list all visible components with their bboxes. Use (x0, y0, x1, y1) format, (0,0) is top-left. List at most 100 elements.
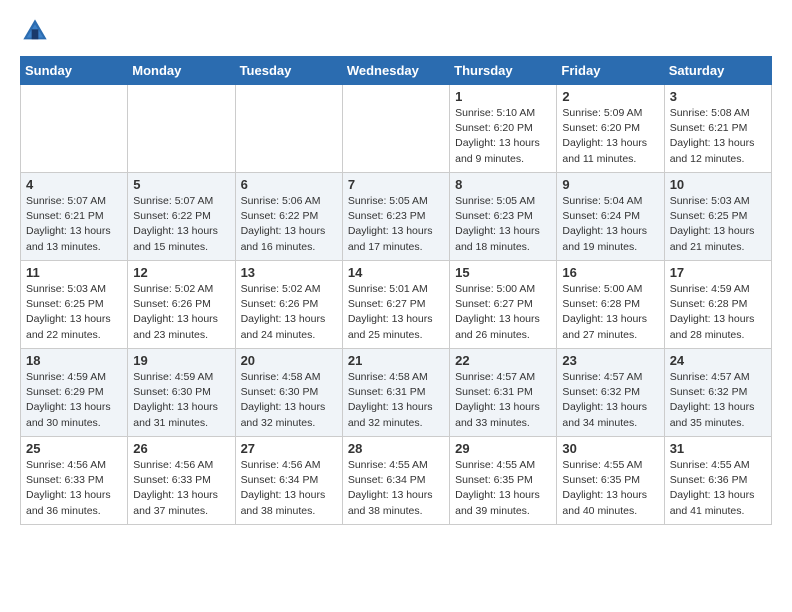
day-number: 6 (241, 177, 337, 192)
day-cell: 22 Sunrise: 4:57 AM Sunset: 6:31 PM Dayli… (450, 349, 557, 437)
day-cell: 14 Sunrise: 5:01 AM Sunset: 6:27 PM Dayli… (342, 261, 449, 349)
day-cell (21, 85, 128, 173)
week-row-1: 1 Sunrise: 5:10 AM Sunset: 6:20 PM Daylig… (21, 85, 772, 173)
col-header-sunday: Sunday (21, 57, 128, 85)
day-info: Sunrise: 5:00 AM Sunset: 6:27 PM Dayligh… (455, 282, 551, 343)
col-header-thursday: Thursday (450, 57, 557, 85)
day-number: 18 (26, 353, 122, 368)
day-cell: 3 Sunrise: 5:08 AM Sunset: 6:21 PM Daylig… (664, 85, 771, 173)
day-cell: 24 Sunrise: 4:57 AM Sunset: 6:32 PM Dayli… (664, 349, 771, 437)
day-info: Sunrise: 4:56 AM Sunset: 6:34 PM Dayligh… (241, 458, 337, 519)
day-info: Sunrise: 5:05 AM Sunset: 6:23 PM Dayligh… (348, 194, 444, 255)
day-info: Sunrise: 5:03 AM Sunset: 6:25 PM Dayligh… (670, 194, 766, 255)
col-header-friday: Friday (557, 57, 664, 85)
day-number: 7 (348, 177, 444, 192)
day-number: 9 (562, 177, 658, 192)
day-cell (342, 85, 449, 173)
logo (20, 16, 52, 46)
day-cell: 27 Sunrise: 4:56 AM Sunset: 6:34 PM Dayli… (235, 437, 342, 525)
day-cell: 23Sunrise: 4:57 AM Sunset: 6:32 PM Dayli… (557, 349, 664, 437)
week-row-4: 18 Sunrise: 4:59 AM Sunset: 6:29 PM Dayli… (21, 349, 772, 437)
day-cell: 15 Sunrise: 5:00 AM Sunset: 6:27 PM Dayli… (450, 261, 557, 349)
day-info: Sunrise: 4:58 AM Sunset: 6:30 PM Dayligh… (241, 370, 337, 431)
day-number: 5 (133, 177, 229, 192)
day-number: 10 (670, 177, 766, 192)
day-info: Sunrise: 4:55 AM Sunset: 6:36 PM Dayligh… (670, 458, 766, 519)
day-cell: 21Sunrise: 4:58 AM Sunset: 6:31 PM Dayli… (342, 349, 449, 437)
calendar-table: SundayMondayTuesdayWednesdayThursdayFrid… (20, 56, 772, 525)
day-info: Sunrise: 4:55 AM Sunset: 6:35 PM Dayligh… (455, 458, 551, 519)
day-number: 22 (455, 353, 551, 368)
logo-icon (20, 16, 50, 46)
day-number: 17 (670, 265, 766, 280)
day-info: Sunrise: 5:02 AM Sunset: 6:26 PM Dayligh… (133, 282, 229, 343)
day-cell: 2 Sunrise: 5:09 AM Sunset: 6:20 PM Daylig… (557, 85, 664, 173)
day-info: Sunrise: 5:01 AM Sunset: 6:27 PM Dayligh… (348, 282, 444, 343)
day-cell: 5 Sunrise: 5:07 AM Sunset: 6:22 PM Daylig… (128, 173, 235, 261)
day-info: Sunrise: 4:56 AM Sunset: 6:33 PM Dayligh… (133, 458, 229, 519)
day-number: 26 (133, 441, 229, 456)
day-cell: 17 Sunrise: 4:59 AM Sunset: 6:28 PM Dayli… (664, 261, 771, 349)
day-info: Sunrise: 5:10 AM Sunset: 6:20 PM Dayligh… (455, 106, 551, 167)
day-number: 14 (348, 265, 444, 280)
day-number: 13 (241, 265, 337, 280)
day-info: Sunrise: 5:00 AM Sunset: 6:28 PM Dayligh… (562, 282, 658, 343)
day-cell: 12 Sunrise: 5:02 AM Sunset: 6:26 PM Dayli… (128, 261, 235, 349)
day-info: Sunrise: 4:59 AM Sunset: 6:29 PM Dayligh… (26, 370, 122, 431)
day-cell (235, 85, 342, 173)
day-info: Sunrise: 5:02 AM Sunset: 6:26 PM Dayligh… (241, 282, 337, 343)
day-cell: 19Sunrise: 4:59 AM Sunset: 6:30 PM Dayli… (128, 349, 235, 437)
header-row: SundayMondayTuesdayWednesdayThursdayFrid… (21, 57, 772, 85)
day-number: 12 (133, 265, 229, 280)
day-info: Sunrise: 4:59 AM Sunset: 6:30 PM Dayligh… (133, 370, 229, 431)
week-row-2: 4 Sunrise: 5:07 AM Sunset: 6:21 PM Daylig… (21, 173, 772, 261)
day-number: 20 (241, 353, 337, 368)
header (20, 16, 772, 46)
day-number: 15 (455, 265, 551, 280)
day-cell: 9 Sunrise: 5:04 AM Sunset: 6:24 PM Daylig… (557, 173, 664, 261)
day-number: 29 (455, 441, 551, 456)
day-info: Sunrise: 5:04 AM Sunset: 6:24 PM Dayligh… (562, 194, 658, 255)
day-number: 27 (241, 441, 337, 456)
day-info: Sunrise: 4:55 AM Sunset: 6:35 PM Dayligh… (562, 458, 658, 519)
col-header-saturday: Saturday (664, 57, 771, 85)
week-row-3: 11 Sunrise: 5:03 AM Sunset: 6:25 PM Dayli… (21, 261, 772, 349)
day-info: Sunrise: 4:59 AM Sunset: 6:28 PM Dayligh… (670, 282, 766, 343)
day-number: 1 (455, 89, 551, 104)
day-info: Sunrise: 4:57 AM Sunset: 6:32 PM Dayligh… (670, 370, 766, 431)
day-number: 21 (348, 353, 444, 368)
day-number: 4 (26, 177, 122, 192)
day-info: Sunrise: 5:05 AM Sunset: 6:23 PM Dayligh… (455, 194, 551, 255)
day-number: 28 (348, 441, 444, 456)
day-info: Sunrise: 5:08 AM Sunset: 6:21 PM Dayligh… (670, 106, 766, 167)
day-cell: 26 Sunrise: 4:56 AM Sunset: 6:33 PM Dayli… (128, 437, 235, 525)
day-number: 24 (670, 353, 766, 368)
day-info: Sunrise: 4:57 AM Sunset: 6:31 PM Dayligh… (455, 370, 551, 431)
day-number: 11 (26, 265, 122, 280)
day-cell: 6Sunrise: 5:06 AM Sunset: 6:22 PM Daylig… (235, 173, 342, 261)
day-cell: 31Sunrise: 4:55 AM Sunset: 6:36 PM Dayli… (664, 437, 771, 525)
day-info: Sunrise: 5:09 AM Sunset: 6:20 PM Dayligh… (562, 106, 658, 167)
day-number: 25 (26, 441, 122, 456)
day-cell: 20 Sunrise: 4:58 AM Sunset: 6:30 PM Dayli… (235, 349, 342, 437)
day-cell: 28Sunrise: 4:55 AM Sunset: 6:34 PM Dayli… (342, 437, 449, 525)
day-info: Sunrise: 5:03 AM Sunset: 6:25 PM Dayligh… (26, 282, 122, 343)
day-cell (128, 85, 235, 173)
col-header-tuesday: Tuesday (235, 57, 342, 85)
day-cell: 4 Sunrise: 5:07 AM Sunset: 6:21 PM Daylig… (21, 173, 128, 261)
day-number: 16 (562, 265, 658, 280)
day-number: 30 (562, 441, 658, 456)
day-number: 8 (455, 177, 551, 192)
day-number: 23 (562, 353, 658, 368)
day-cell: 13 Sunrise: 5:02 AM Sunset: 6:26 PM Dayli… (235, 261, 342, 349)
day-cell: 1 Sunrise: 5:10 AM Sunset: 6:20 PM Daylig… (450, 85, 557, 173)
day-number: 3 (670, 89, 766, 104)
week-row-5: 25 Sunrise: 4:56 AM Sunset: 6:33 PM Dayli… (21, 437, 772, 525)
col-header-monday: Monday (128, 57, 235, 85)
day-info: Sunrise: 5:07 AM Sunset: 6:22 PM Dayligh… (133, 194, 229, 255)
day-cell: 30 Sunrise: 4:55 AM Sunset: 6:35 PM Dayli… (557, 437, 664, 525)
day-cell: 25Sunrise: 4:56 AM Sunset: 6:33 PM Dayli… (21, 437, 128, 525)
day-info: Sunrise: 5:07 AM Sunset: 6:21 PM Dayligh… (26, 194, 122, 255)
day-number: 2 (562, 89, 658, 104)
day-cell: 11 Sunrise: 5:03 AM Sunset: 6:25 PM Dayli… (21, 261, 128, 349)
